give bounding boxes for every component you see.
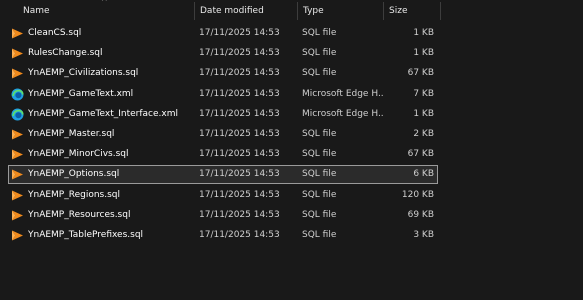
file-size: 6 KB: [413, 169, 434, 180]
file-name: YnAEMP_Master.sql: [28, 129, 115, 139]
file-size: 7 KB: [413, 88, 434, 99]
file-row[interactable]: CleanCS.sql 17/11/2025 14:53 SQL file 1 KB: [8, 24, 438, 43]
file-date-modified: 17/11/2025 14:53: [199, 48, 280, 59]
file-type: SQL file: [302, 48, 337, 59]
file-date-modified: 17/11/2025 14:53: [199, 149, 280, 160]
file-size: 120 KB: [401, 189, 434, 200]
file-row[interactable]: YnAEMP_Master.sql 17/11/2025 14:53 SQL fil…: [8, 125, 438, 144]
column-separator[interactable]: [440, 2, 441, 20]
sql-file-icon: [11, 229, 24, 242]
file-date-modified: 17/11/2025 14:53: [199, 28, 280, 38]
file-name: RulesChange.sql: [28, 48, 103, 59]
sql-file-icon: [11, 47, 24, 60]
file-row[interactable]: YnAEMP_Resources.sql 17/11/2025 14:53 SQL …: [8, 206, 438, 225]
column-header-bar: ^ Name Date modified Type Size: [0, 0, 583, 22]
file-name: YnAEMP_Options.sql: [28, 169, 120, 180]
file-date-modified: 17/11/2025 14:53: [199, 108, 280, 119]
sql-file-icon: [11, 128, 24, 141]
sql-file-icon: [11, 209, 24, 222]
file-size: 3 KB: [413, 230, 434, 240]
file-row[interactable]: YnAEMP_MinorCivs.sql 17/11/2025 14:53 SQL …: [8, 145, 438, 164]
file-type: SQL file: [302, 28, 337, 38]
file-type: SQL file: [302, 169, 337, 180]
column-header-date-modified[interactable]: Date modified: [195, 0, 297, 22]
file-name: YnAEMP_TablePrefixes.sql: [28, 230, 144, 240]
sql-file-icon: [11, 67, 24, 80]
file-row[interactable]: YnAEMP_GameText.xml 17/11/2025 14:53 Micro…: [8, 85, 438, 104]
file-row[interactable]: YnAEMP_Options.sql 17/11/2025 14:53 SQL fi…: [8, 165, 438, 185]
file-size: 1 KB: [413, 108, 434, 119]
file-size: 67 KB: [407, 149, 434, 160]
file-row[interactable]: RulesChange.sql 17/11/2025 14:53 SQL file 1…: [8, 44, 438, 63]
file-row[interactable]: YnAEMP_Civilizations.sql 17/11/2025 14:53…: [8, 64, 438, 83]
file-type: SQL file: [302, 129, 337, 139]
file-date-modified: 17/11/2025 14:53: [199, 230, 280, 240]
file-row[interactable]: YnAEMP_TablePrefixes.sql 17/11/2025 14:53…: [8, 226, 438, 245]
file-size: 67 KB: [407, 68, 434, 79]
file-date-modified: 17/11/2025 14:53: [199, 169, 280, 180]
file-type: SQL file: [302, 68, 337, 79]
file-size: 1 KB: [413, 28, 434, 38]
column-header-size[interactable]: Size: [384, 0, 440, 22]
edge-file-icon: [11, 108, 24, 121]
file-name: YnAEMP_GameText.xml: [28, 88, 134, 99]
file-type: SQL file: [302, 209, 337, 220]
sql-file-icon: [11, 168, 24, 181]
file-name: YnAEMP_Resources.sql: [28, 209, 131, 220]
file-row[interactable]: YnAEMP_Regions.sql 17/11/2025 14:53 SQL fi…: [8, 186, 438, 205]
file-size: 69 KB: [407, 209, 434, 220]
file-name: YnAEMP_GameText_Interface.xml: [28, 108, 178, 119]
file-row[interactable]: YnAEMP_GameText_Interface.xml 17/11/2025 …: [8, 105, 438, 124]
file-size: 1 KB: [413, 48, 434, 59]
file-name: YnAEMP_MinorCivs.sql: [28, 149, 129, 160]
file-type: SQL file: [302, 230, 337, 240]
file-type: SQL file: [302, 149, 337, 160]
file-name: CleanCS.sql: [28, 28, 82, 38]
file-date-modified: 17/11/2025 14:53: [199, 209, 280, 220]
file-type: Microsoft Edge H...: [302, 88, 384, 99]
file-type: SQL file: [302, 189, 337, 200]
column-header-name[interactable]: Name: [18, 0, 194, 22]
file-date-modified: 17/11/2025 14:53: [199, 68, 280, 79]
file-date-modified: 17/11/2025 14:53: [199, 88, 280, 99]
file-type: Microsoft Edge H...: [302, 108, 384, 119]
sql-file-icon: [11, 148, 24, 161]
sql-file-icon: [11, 189, 24, 202]
file-date-modified: 17/11/2025 14:53: [199, 189, 280, 200]
column-header-type[interactable]: Type: [298, 0, 383, 22]
edge-file-icon: [11, 88, 24, 101]
file-name: YnAEMP_Civilizations.sql: [28, 68, 139, 79]
file-name: YnAEMP_Regions.sql: [28, 189, 120, 200]
file-date-modified: 17/11/2025 14:53: [199, 129, 280, 139]
sql-file-icon: [11, 27, 24, 40]
file-size: 2 KB: [413, 129, 434, 139]
